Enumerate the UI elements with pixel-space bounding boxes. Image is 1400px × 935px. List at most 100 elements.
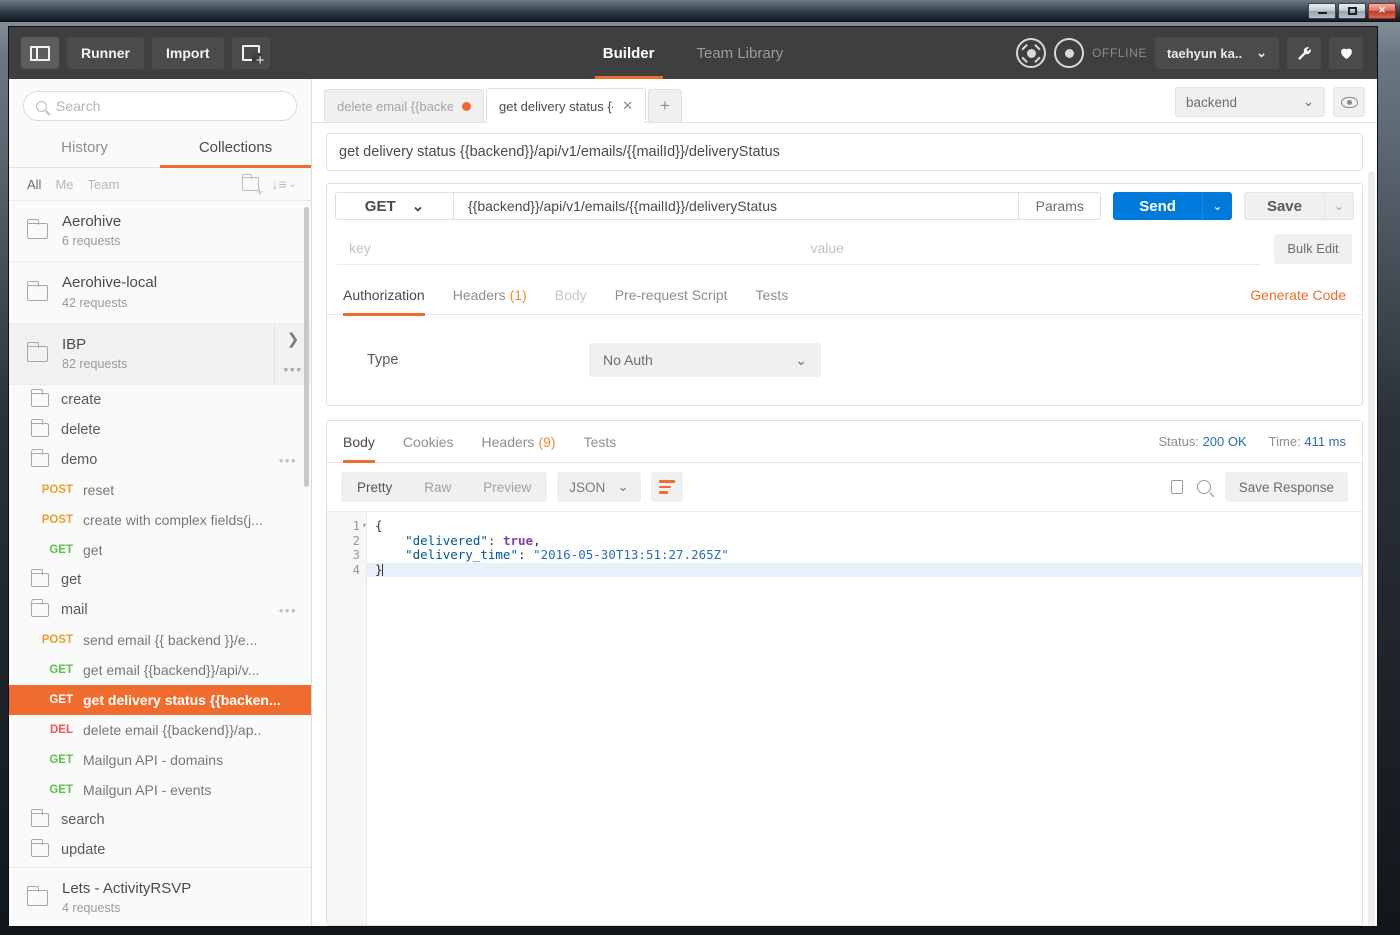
send-button[interactable]: Send — [1113, 192, 1202, 220]
bulk-edit-button[interactable]: Bulk Edit — [1274, 233, 1352, 264]
folder-row-demo[interactable]: demo ••• — [9, 445, 311, 475]
request-title[interactable]: get delivery status {{backend}}/api/v1/e… — [326, 133, 1363, 171]
sync-nodes-icon[interactable] — [1016, 38, 1047, 68]
request-tab-delete-email[interactable]: delete email {{backend — [324, 89, 484, 122]
sidebar-scrollbar[interactable] — [304, 207, 309, 487]
window-maximize-button[interactable] — [1338, 2, 1366, 19]
chevron-down-icon: ⌄ — [1256, 45, 1267, 60]
response-format-select[interactable]: JSON ⌄ — [557, 472, 641, 502]
close-icon[interactable]: ✕ — [622, 98, 633, 114]
copy-icon[interactable] — [1170, 478, 1189, 494]
sidebar-tab-history[interactable]: History — [9, 129, 160, 167]
tab-headers-count: (1) — [509, 286, 527, 303]
folder-row-search[interactable]: search — [9, 805, 311, 835]
request-row[interactable]: DEL delete email {{backend}}/ap.. — [9, 715, 311, 745]
view-mode-preview[interactable]: Preview — [467, 472, 547, 502]
import-button[interactable]: Import — [152, 37, 224, 69]
filter-me[interactable]: Me — [55, 177, 73, 192]
settings-wrench-button[interactable] — [1287, 37, 1321, 69]
window-minimize-button[interactable] — [1308, 2, 1336, 19]
http-method-select[interactable]: GET ⌄ — [335, 192, 453, 220]
request-row[interactable]: GET Mailgun API - events — [9, 775, 311, 805]
tab-headers[interactable]: Headers (1) — [453, 275, 527, 315]
request-row-selected[interactable]: GET get delivery status {{backen... — [9, 685, 311, 716]
favorites-heart-button[interactable] — [1329, 37, 1363, 69]
params-button[interactable]: Params — [1019, 192, 1102, 220]
sidebar-toggle-button[interactable] — [21, 37, 59, 69]
environment-select[interactable]: backend ⌄ — [1175, 87, 1325, 117]
sidebar-filter-actions: ↓≡ ⌄ — [242, 174, 297, 198]
folder-icon — [31, 419, 49, 438]
request-row[interactable]: POST reset — [9, 475, 311, 505]
param-key-input[interactable]: key — [337, 232, 799, 265]
param-value-input[interactable]: value — [798, 232, 1260, 265]
folder-row-mail[interactable]: mail ••• — [9, 595, 311, 625]
environment-quick-look-button[interactable] — [1333, 87, 1365, 117]
response-tab-headers[interactable]: Headers (9) — [482, 422, 556, 462]
search-box[interactable] — [23, 91, 297, 121]
status-group: Status: 200 OK — [1158, 434, 1246, 449]
tab-body[interactable]: Body — [555, 275, 587, 315]
response-body-editor[interactable]: 1 ▾ 2 3 4 { "delivered": true, "delivery… — [327, 512, 1362, 925]
url-input[interactable]: {{backend}}/api/v1/emails/{{mailId}}/del… — [453, 192, 1020, 220]
response-tab-tests[interactable]: Tests — [584, 422, 617, 462]
response-tab-cookies[interactable]: Cookies — [403, 422, 454, 462]
sort-icon[interactable]: ↓≡ ⌄ — [271, 176, 297, 192]
new-collection-icon[interactable] — [242, 174, 263, 198]
request-name: get — [83, 542, 103, 559]
search-icon[interactable] — [1196, 480, 1211, 494]
collection-name: Aerohive-local — [62, 274, 158, 292]
auth-type-value: No Auth — [603, 352, 653, 368]
auth-type-select[interactable]: No Auth ⌄ — [589, 343, 821, 377]
tab-builder[interactable]: Builder — [585, 27, 673, 79]
folder-row-update[interactable]: update — [9, 835, 311, 869]
save-response-button[interactable]: Save Response — [1224, 472, 1348, 502]
folder-more-options-icon[interactable]: ••• — [279, 453, 297, 468]
response-tab-body[interactable]: Body — [343, 422, 375, 463]
folder-more-options-icon[interactable]: ••• — [279, 603, 297, 618]
request-row[interactable]: GET Mailgun API - domains — [9, 745, 311, 775]
tab-team-library[interactable]: Team Library — [678, 27, 801, 79]
tab-pre-request-script[interactable]: Pre-request Script — [615, 275, 728, 315]
code-token: : — [518, 547, 534, 562]
folder-row-delete[interactable]: delete — [9, 415, 311, 445]
collection-row[interactable]: Lets - ActivityRSVP 4 requests — [9, 868, 311, 926]
offline-status-icon[interactable] — [1054, 38, 1085, 68]
main-scrollbar[interactable] — [1368, 171, 1375, 926]
save-button[interactable]: Save — [1243, 192, 1324, 220]
request-row[interactable]: POST send email {{ backend }}/e... — [9, 625, 311, 655]
request-row[interactable]: POST create with complex fields(j... — [9, 505, 311, 535]
window-titlebar: ✕ — [0, 0, 1400, 22]
tab-tests[interactable]: Tests — [756, 275, 789, 315]
tab-authorization[interactable]: Authorization — [343, 275, 425, 316]
request-tab-get-delivery-status[interactable]: get delivery status {{ba ✕ — [486, 88, 646, 123]
filter-all[interactable]: All — [27, 177, 41, 192]
new-tab-button[interactable] — [231, 37, 270, 69]
view-mode-raw[interactable]: Raw — [408, 472, 467, 502]
code-line: "delivered": true, — [375, 533, 1362, 549]
url-bar: GET ⌄ {{backend}}/api/v1/emails/{{mailId… — [327, 184, 1362, 228]
line-number: 4 — [352, 561, 360, 577]
save-options-chevron-down-icon[interactable]: ⌄ — [1324, 192, 1354, 220]
generate-code-link[interactable]: Generate Code — [1250, 287, 1346, 303]
filter-team[interactable]: Team — [88, 177, 120, 192]
collections-list[interactable]: Aerohive 6 requests Aerohive-local 42 re… — [9, 201, 311, 926]
request-row[interactable]: GET get email {{backend}}/api/v... — [9, 655, 311, 685]
runner-button[interactable]: Runner — [67, 37, 144, 69]
os-window: ✕ Runner Import Builder Team Library — [0, 0, 1400, 935]
view-mode-pretty[interactable]: Pretty — [341, 472, 409, 502]
user-menu-button[interactable]: taehyun ka.. ⌄ — [1154, 37, 1279, 69]
send-options-chevron-down-icon[interactable]: ⌄ — [1201, 192, 1232, 220]
collection-row[interactable]: Aerohive 6 requests — [9, 201, 311, 263]
collection-row[interactable]: Aerohive-local 42 requests — [9, 262, 311, 324]
add-request-tab-button[interactable]: + — [648, 89, 682, 122]
sidebar-tab-collections[interactable]: Collections — [160, 129, 311, 168]
request-row[interactable]: GET get — [9, 535, 311, 565]
code-lines[interactable]: { "delivered": true, "delivery_time": "2… — [367, 512, 1362, 925]
collection-row-ibp[interactable]: IBP 82 requests ❯ ••• — [9, 323, 311, 386]
folder-row-create[interactable]: create — [9, 385, 311, 415]
folder-row-get[interactable]: get — [9, 565, 311, 595]
window-close-button[interactable]: ✕ — [1368, 2, 1396, 19]
wrap-lines-button[interactable] — [650, 472, 683, 502]
search-input[interactable] — [56, 98, 284, 114]
